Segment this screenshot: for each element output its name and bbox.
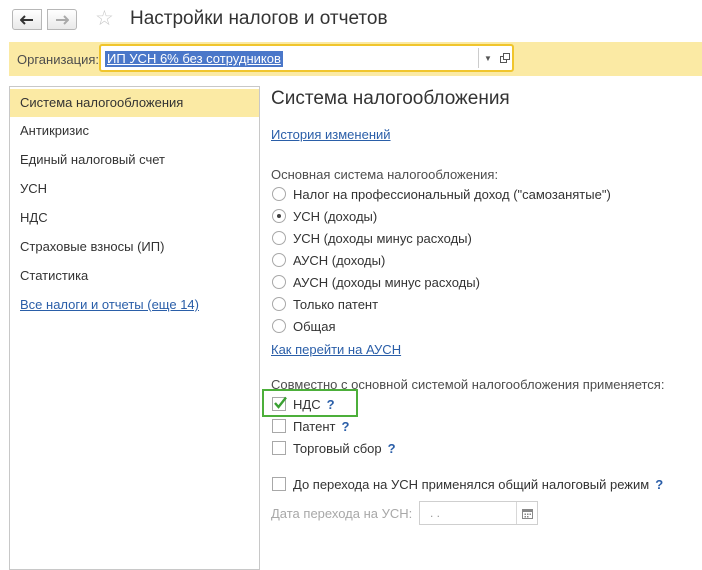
date-mask: . . — [430, 506, 441, 520]
radio-button[interactable] — [272, 253, 286, 267]
radio-self-employed[interactable]: Налог на профессиональный доход ("самоза… — [272, 185, 611, 203]
window-title: Настройки налогов и отчетов — [130, 8, 388, 29]
checkbox-patent[interactable]: Патент ? — [272, 417, 349, 435]
help-icon[interactable]: ? — [388, 441, 396, 456]
sidebar-item-insurance[interactable]: Страховые взносы (ИП) — [10, 233, 259, 261]
checkbox-trade-fee[interactable]: Торговый сбор ? — [272, 439, 396, 457]
chevron-down-icon: ▼ — [484, 53, 492, 63]
radio-ausn-income-minus-expenses[interactable]: АУСН (доходы минус расходы) — [272, 273, 480, 291]
radio-label: АУСН (доходы минус расходы) — [293, 274, 480, 290]
radio-button[interactable] — [272, 297, 286, 311]
checkbox[interactable] — [272, 396, 287, 411]
radio-usn-income-minus-expenses[interactable]: УСН (доходы минус расходы) — [272, 229, 472, 247]
radio-patent-only[interactable]: Только патент — [272, 295, 378, 313]
organization-label: Организация: — [17, 52, 100, 67]
radio-label: АУСН (доходы) — [293, 252, 386, 268]
history-link[interactable]: История изменений — [271, 127, 391, 142]
checkbox[interactable] — [272, 441, 286, 455]
organization-bar: Организация: ИП УСН 6% без сотрудников ▼ — [9, 42, 702, 76]
sidebar: Система налогообложения Антикризис Едины… — [9, 86, 260, 570]
arrow-left-icon — [20, 14, 33, 25]
radio-label: УСН (доходы минус расходы) — [293, 230, 472, 246]
radio-label: Налог на профессиональный доход ("самоза… — [293, 186, 611, 202]
checkbox-label: Патент — [293, 418, 336, 434]
calendar-button[interactable] — [516, 502, 537, 524]
ausn-link[interactable]: Как перейти на АУСН — [271, 342, 401, 357]
checkbox-label: До перехода на УСН применялся общий нало… — [293, 476, 650, 492]
section-title: Система налогообложения — [271, 88, 510, 109]
arrow-right-icon — [56, 14, 69, 25]
all-taxes-link[interactable]: Все налоги и отчеты (еще 14) — [20, 297, 199, 312]
radio-usn-income[interactable]: УСН (доходы) — [272, 207, 377, 225]
checkbox-previous-general-regime[interactable]: До перехода на УСН применялся общий нало… — [272, 475, 663, 493]
help-icon[interactable]: ? — [655, 477, 663, 492]
radio-button[interactable] — [272, 187, 286, 201]
tax-system-label: Основная система налогообложения: — [271, 167, 499, 182]
sidebar-item-tax-system[interactable]: Система налогообложения — [10, 89, 259, 117]
sidebar-item-unified-tax-account[interactable]: Единый налоговый счет — [10, 146, 259, 174]
open-window-icon — [499, 53, 510, 63]
calendar-icon — [521, 508, 533, 519]
sidebar-item-vat[interactable]: НДС — [10, 204, 259, 232]
star-icon[interactable]: ☆ — [95, 8, 114, 30]
checkbox[interactable] — [272, 419, 286, 433]
organization-field[interactable]: ИП УСН 6% без сотрудников ▼ — [99, 44, 514, 72]
organization-value[interactable]: ИП УСН 6% без сотрудников — [105, 51, 283, 67]
radio-button[interactable] — [272, 275, 286, 289]
sidebar-item-statistics[interactable]: Статистика — [10, 262, 259, 290]
radio-label: УСН (доходы) — [293, 208, 378, 224]
help-icon[interactable]: ? — [341, 419, 349, 434]
checkbox-label: НДС — [293, 396, 321, 412]
transition-date-label: Дата перехода на УСН: — [271, 506, 413, 521]
radio-button[interactable] — [272, 209, 286, 223]
radio-button[interactable] — [272, 231, 286, 245]
radio-ausn-income[interactable]: АУСН (доходы) — [272, 251, 385, 269]
back-button[interactable] — [12, 9, 42, 30]
radio-general[interactable]: Общая — [272, 317, 336, 335]
checkbox-vat[interactable]: НДС ? — [272, 395, 335, 413]
transition-date-field[interactable]: . . — [419, 501, 538, 525]
checkmark-icon — [274, 396, 287, 409]
forward-button[interactable] — [47, 9, 77, 30]
help-icon[interactable]: ? — [327, 397, 335, 412]
radio-label: Общая — [293, 318, 336, 334]
checkbox[interactable] — [272, 477, 286, 491]
title-bar: ☆ Настройки налогов и отчетов — [0, 0, 702, 40]
sidebar-item-anticrisis[interactable]: Антикризис — [10, 117, 259, 145]
checkbox-label: Торговый сбор — [293, 440, 382, 456]
dropdown-button[interactable]: ▼ — [478, 48, 497, 68]
radio-button[interactable] — [272, 319, 286, 333]
radio-label: Только патент — [293, 296, 379, 312]
sidebar-item-usn[interactable]: УСН — [10, 175, 259, 203]
open-button[interactable] — [497, 48, 512, 68]
